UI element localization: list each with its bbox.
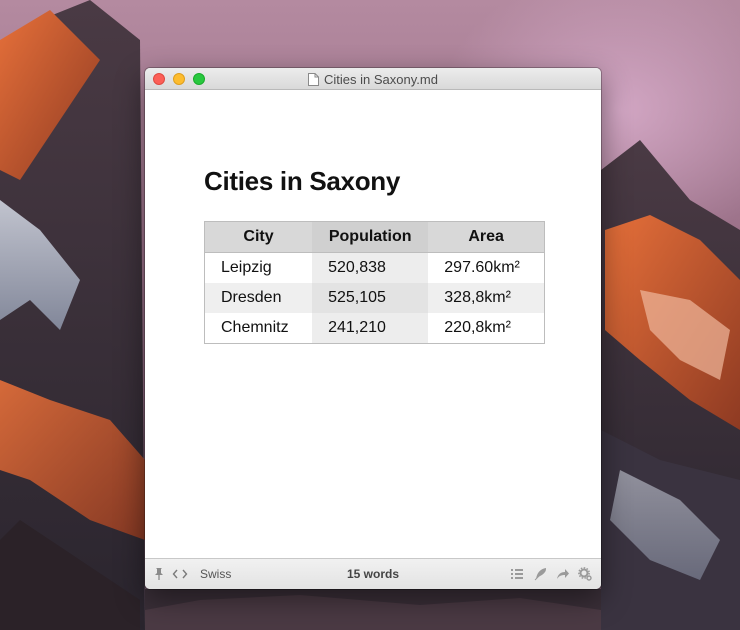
table-row: Leipzig 520,838 297.60km² xyxy=(204,252,545,283)
document-icon xyxy=(308,72,320,86)
cell-population: 241,210 xyxy=(312,313,429,344)
gear-icon[interactable] xyxy=(578,567,592,581)
column-header-city: City xyxy=(204,221,313,253)
document-content[interactable]: Cities in Saxony City Population Area Le… xyxy=(145,90,601,558)
title-area: Cities in Saxony.md xyxy=(145,68,601,90)
cell-city: Dresden xyxy=(204,283,313,313)
table-row: Chemnitz 241,210 220,8km² xyxy=(204,313,545,344)
cell-population: 525,105 xyxy=(312,283,429,313)
title-bar[interactable]: Cities in Saxony.md xyxy=(145,68,601,90)
column-header-area: Area xyxy=(428,221,545,253)
feather-icon[interactable] xyxy=(534,567,548,581)
table-row: Dresden 525,105 328,8km² xyxy=(204,283,545,313)
editor-window: Cities in Saxony.md Cities in Saxony Cit… xyxy=(145,68,601,589)
word-count: 15 words xyxy=(346,567,400,581)
status-bar: Swiss 15 words xyxy=(145,558,601,589)
window-title: Cities in Saxony.md xyxy=(324,71,438,87)
cell-area: 328,8km² xyxy=(428,283,545,313)
share-icon[interactable] xyxy=(556,567,570,581)
cell-area: 297.60km² xyxy=(428,252,545,283)
list-icon[interactable] xyxy=(510,567,524,581)
cell-population: 520,838 xyxy=(312,252,429,283)
table-header-row: City Population Area xyxy=(204,221,545,253)
document-heading: Cities in Saxony xyxy=(204,166,401,196)
cities-table: City Population Area Leipzig 520,838 297… xyxy=(204,221,545,344)
cell-city: Chemnitz xyxy=(204,313,313,344)
cell-city: Leipzig xyxy=(204,252,313,283)
column-header-population: Population xyxy=(312,221,429,253)
cell-area: 220,8km² xyxy=(428,313,545,344)
